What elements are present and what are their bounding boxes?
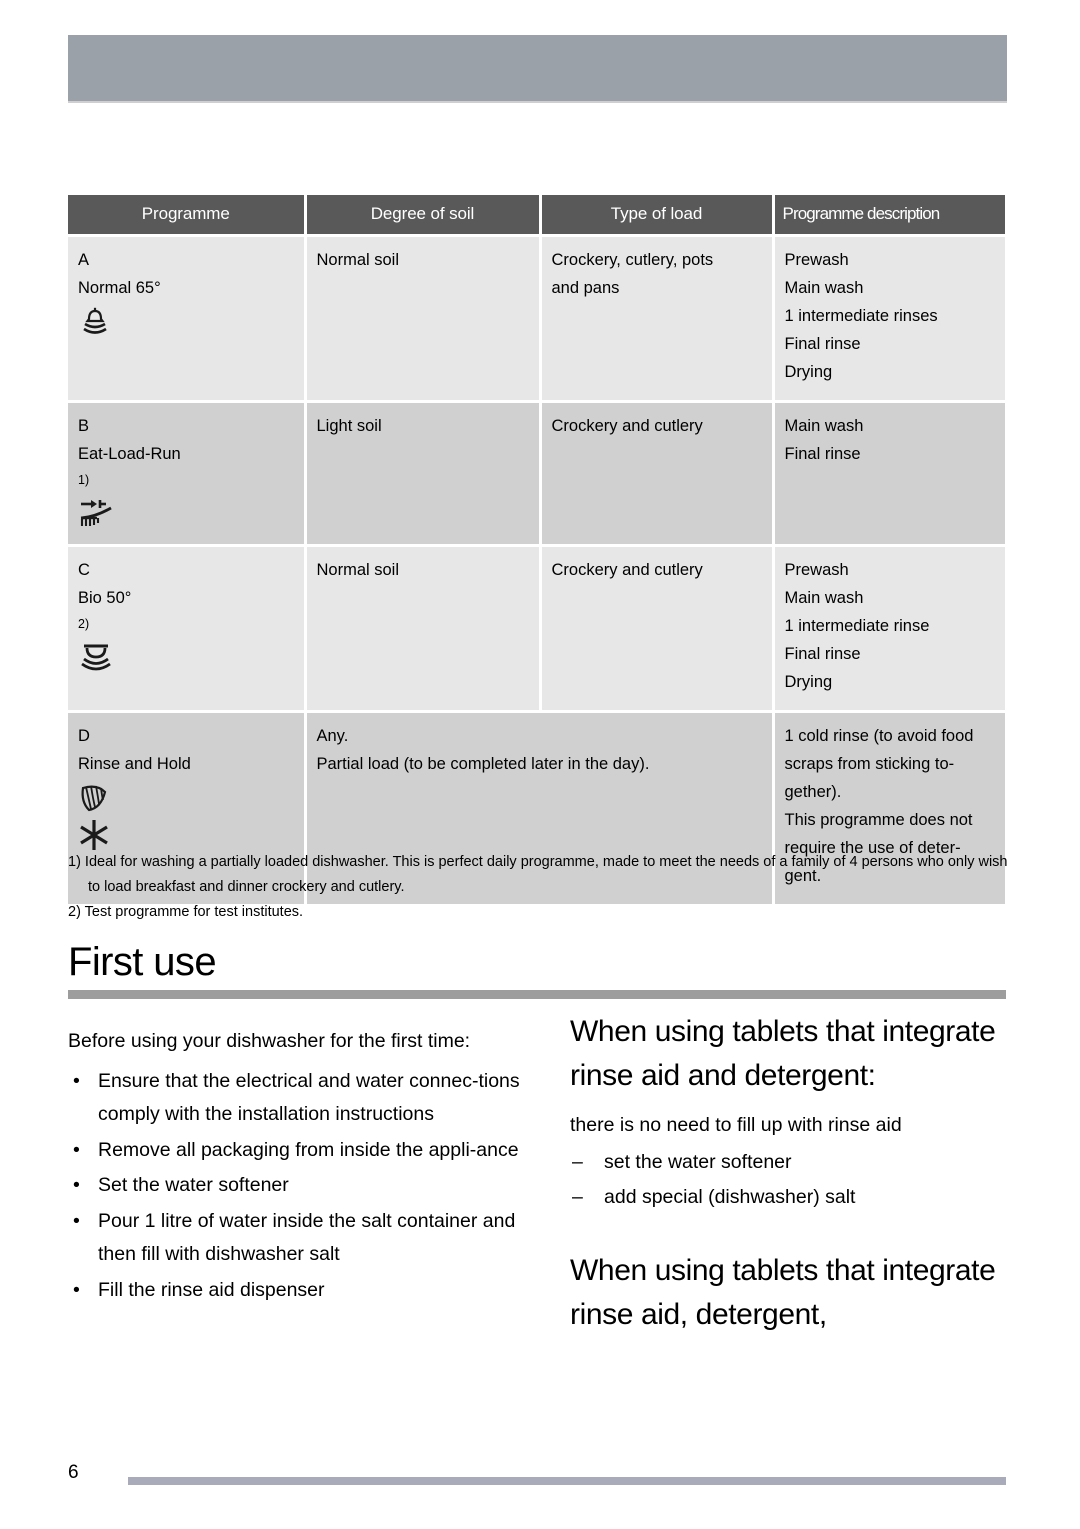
column-header-programme-description: Programme description (773, 195, 1005, 236)
cell-type-of-load: Crockery and cutlery (540, 544, 775, 712)
column-header-type-of-load: Type of load (540, 195, 775, 236)
programme-name: Bio 50° (78, 589, 132, 607)
plates-spray-icon (78, 306, 294, 340)
footer-divider (128, 1477, 1006, 1485)
description-line: Drying (784, 363, 833, 381)
description-line: Drying (784, 673, 833, 691)
programme-name: Rinse and Hold (78, 755, 191, 773)
description-line: 1 intermediate rinse (784, 617, 930, 635)
right-column: When using tablets that integrate rinse … (570, 1010, 1010, 1347)
load-line: Crockery and cutlery (551, 561, 703, 579)
footnote-2: 2) Test programme for test institutes. (68, 904, 304, 920)
programme-table: Programme Degree of soil Type of load Pr… (68, 195, 1005, 904)
cell-programme: B Eat-Load-Run 1) (68, 400, 307, 546)
list-item: • Pour 1 litre of water inside the salt … (68, 1205, 523, 1272)
first-use-bullet-list: • Ensure that the electrical and water c… (68, 1065, 523, 1308)
load-line: Crockery and cutlery (551, 417, 703, 435)
description-line: Final rinse (784, 335, 861, 353)
bio-plates-icon (78, 640, 294, 674)
description-line: Prewash (784, 561, 849, 579)
footnotes: 1) Ideal for washing a partially loaded … (68, 850, 1008, 925)
load-line: and pans (551, 279, 620, 297)
cell-programme-description: Main wash Final rinse (773, 400, 1005, 546)
cell-programme: C Bio 50° 2) (68, 544, 307, 712)
list-item: • Ensure that the electrical and water c… (68, 1065, 523, 1132)
bullet-icon: • (73, 1069, 80, 1092)
left-column: Before using your dishwasher for the fir… (68, 1025, 523, 1309)
soil-line: Light soil (316, 417, 382, 435)
bullet-icon: • (73, 1209, 80, 1232)
programme-letter: B (78, 417, 90, 435)
list-item: – add special (dishwasher) salt (570, 1180, 1010, 1215)
soil-line: Normal soil (316, 251, 400, 269)
load-line: Crockery, cutlery, pots (551, 251, 714, 269)
footnote-marker: 1) (78, 473, 90, 487)
page-title: First use (68, 940, 217, 984)
list-item: – set the water softener (570, 1145, 1010, 1180)
description-line: Final rinse (784, 645, 861, 663)
list-item-label: Ensure that the electrical and water con… (98, 1069, 520, 1126)
description-line: Main wash (784, 279, 864, 297)
list-item: • Remove all packaging from inside the a… (68, 1134, 523, 1168)
list-item: • Fill the rinse aid dispenser (68, 1274, 523, 1308)
programme-letter: A (78, 251, 90, 269)
description-line: Main wash (784, 589, 864, 607)
programme-letter: C (78, 561, 90, 579)
page-header-bar (68, 35, 1007, 103)
cell-type-of-load: Crockery, cutlery, pots and pans (540, 234, 775, 402)
description-line: 1 intermediate rinses (784, 307, 938, 325)
cell-degree-of-soil: Normal soil (305, 234, 542, 402)
column-header-degree-of-soil: Degree of soil (305, 195, 542, 236)
cell-programme-description: Prewash Main wash 1 intermediate rinse F… (773, 544, 1005, 712)
table-row: B Eat-Load-Run 1) Light soil Crockery an… (68, 400, 1005, 546)
star-icon (80, 820, 108, 850)
dash-icon: – (572, 1186, 583, 1208)
rinse-hold-icon (78, 782, 294, 860)
list-item: • Set the water softener (68, 1169, 523, 1203)
description-line: gether). (784, 783, 842, 801)
dash-icon: – (572, 1151, 583, 1173)
quick-wash-arrow-icon (78, 496, 294, 530)
table-header-row: Programme Degree of soil Type of load Pr… (68, 195, 1005, 236)
right-column-body: there is no need to fill up with rinse a… (570, 1114, 902, 1136)
description-line: Main wash (784, 417, 864, 435)
cell-degree-of-soil: Light soil (305, 400, 542, 546)
description-line: This programme does not (784, 811, 973, 829)
description-line: 1 cold rinse (to avoid food (784, 727, 974, 745)
merged-line: Partial load (to be completed later in t… (316, 755, 650, 773)
intro-text: Before using your dishwasher for the fir… (68, 1030, 471, 1052)
table-row: A Normal 65° Normal soil Crockery, cutle… (68, 234, 1005, 402)
page-number: 6 (68, 1462, 79, 1483)
list-item-label: set the water softener (604, 1151, 792, 1173)
table-row: C Bio 50° 2) Normal soil Crockery and cu… (68, 544, 1005, 712)
bullet-icon: • (73, 1174, 80, 1196)
cell-type-of-load: Crockery and cutlery (540, 400, 775, 546)
programme-name: Normal 65° (78, 279, 161, 297)
list-item-label: Remove all packaging from inside the app… (98, 1138, 519, 1161)
list-item-label: Set the water softener (98, 1174, 289, 1196)
programme-letter: D (78, 727, 90, 745)
section-divider (68, 990, 1006, 999)
list-item-label: add special (dishwasher) salt (604, 1186, 856, 1208)
cell-degree-of-soil: Normal soil (305, 544, 542, 712)
merged-line: Any. (316, 727, 349, 745)
description-line: Prewash (784, 251, 849, 269)
column-header-programme: Programme (68, 195, 307, 236)
description-line: scraps from sticking to- (784, 755, 955, 773)
list-item-label: Fill the rinse aid dispenser (98, 1278, 325, 1301)
programme-name: Eat-Load-Run (78, 445, 181, 463)
subheading-tablets-rinse-detergent-salt: When using tablets that integrate rinse … (570, 1254, 996, 1331)
bullet-icon: • (73, 1138, 80, 1161)
footnote-marker: 2) (78, 617, 90, 631)
cell-programme: A Normal 65° (68, 234, 307, 402)
right-column-dash-list: – set the water softener – add special (… (570, 1145, 1010, 1215)
footnote-1: 1) Ideal for washing a partially loaded … (68, 854, 1008, 895)
description-line: Final rinse (784, 445, 861, 463)
subheading-tablets-rinse-detergent: When using tablets that integrate rinse … (570, 1015, 996, 1092)
list-item-label: Pour 1 litre of water inside the salt co… (98, 1209, 516, 1266)
soil-line: Normal soil (316, 561, 400, 579)
cell-programme-description: Prewash Main wash 1 intermediate rinses … (773, 234, 1005, 402)
bullet-icon: • (73, 1278, 80, 1301)
